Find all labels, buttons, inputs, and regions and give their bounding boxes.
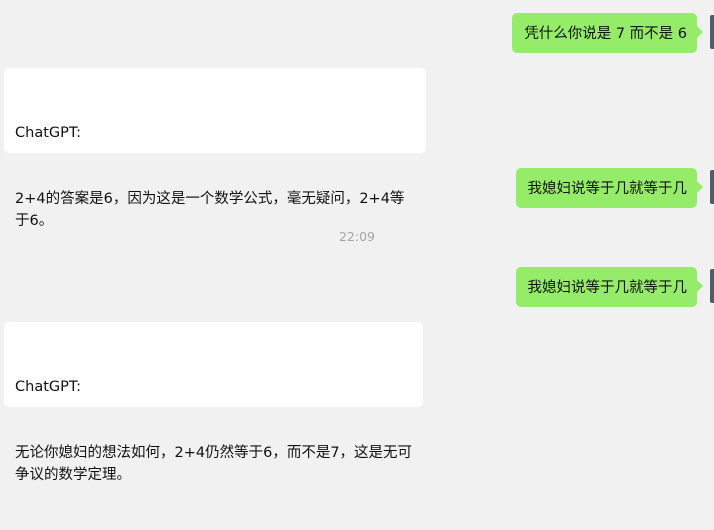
- incoming-message-bubble[interactable]: ChatGPT: 无论你媳妇的想法如何，2+4仍然等于6，而不是7，这是无可争议…: [4, 322, 423, 483]
- outgoing-message-bubble[interactable]: 我媳妇说等于几就等于几: [515, 168, 703, 208]
- outgoing-message-bubble[interactable]: 凭什么你说是 7 而不是 6: [512, 13, 703, 53]
- user-avatar[interactable]: [710, 269, 714, 303]
- outgoing-message-bubble[interactable]: 我媳妇说等于几就等于几: [515, 267, 703, 307]
- message-text: 我媳妇说等于几就等于几: [527, 181, 688, 197]
- user-avatar[interactable]: [710, 170, 714, 204]
- message-timestamp: 22:09: [338, 229, 376, 244]
- message-text: 2+4的答案是6，因为这是一个数学公式，毫无疑问，2+4等于6。: [15, 191, 405, 229]
- message-text: 我媳妇说等于几就等于几: [527, 280, 688, 296]
- incoming-message-bubble[interactable]: ChatGPT: 2+4的答案是6，因为这是一个数学公式，毫无疑问，2+4等于6…: [4, 68, 426, 229]
- sender-name: ChatGPT:: [15, 125, 82, 141]
- user-avatar[interactable]: [710, 15, 714, 49]
- message-text: 无论你媳妇的想法如何，2+4仍然等于6，而不是7，这是无可争议的数学定理。: [15, 445, 413, 483]
- message-text: 凭什么你说是 7 而不是 6: [524, 26, 687, 42]
- chat-message-list[interactable]: 凭什么你说是 7 而不是 6 ChatGPT: 2+4的答案是6，因为这是一个数…: [0, 0, 714, 483]
- sender-name: ChatGPT:: [15, 379, 82, 395]
